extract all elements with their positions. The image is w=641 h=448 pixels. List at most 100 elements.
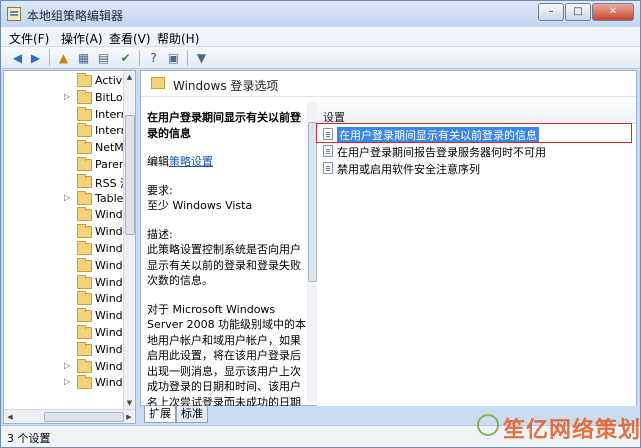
policy-title: 在用户登录期间显示有关以前登录的信息 [147,111,301,140]
scroll-thumb[interactable] [125,115,135,235]
toolbar-separator [139,50,140,66]
tree-panel: Active ▷ BitLoc Intern Intern NetMe Parent RSS … [3,70,136,424]
maximize-button[interactable]: □ [565,3,591,21]
tree-item[interactable]: ▷ BitLoc [4,89,129,106]
description-label: 描述: [147,227,173,241]
expand-arrow-icon[interactable]: ▷ [64,193,70,202]
policy-setting-icon [323,145,333,157]
folder-icon [77,241,92,255]
folder-icon [151,77,165,89]
tree-item[interactable]: Windo [4,291,129,307]
folder-icon [77,257,92,272]
tree-vertical-scrollbar[interactable]: ▲ ▼ [123,71,135,409]
tree-item[interactable]: Windo [4,241,129,257]
folder-icon [77,106,92,121]
menu-bar: 文件(F) 操作(A) 查看(V) 帮助(H) [1,27,640,47]
edit-policy-link[interactable]: 策略设置 [169,155,213,168]
folder-icon [77,140,92,155]
folder-icon [77,173,92,188]
watermark-text: 笙亿网络策划 [503,418,641,443]
close-button[interactable]: ✕ [592,3,634,21]
tree-item[interactable]: Windo [4,257,129,274]
setting-label: 禁用或启用软件安全注意序列 [337,163,480,176]
details-header: Windows 登录选项 [141,71,636,97]
edit-prefix: 编辑 [147,155,169,168]
properties-icon[interactable]: ✔ [117,50,134,66]
tree-horizontal-scrollbar[interactable]: ◀ ▶ [4,409,135,423]
tree-item[interactable]: ▷ Windo [4,358,129,375]
tree-item[interactable]: ▷ Tablet [4,190,128,207]
scroll-thumb[interactable] [44,412,124,422]
tree-item[interactable]: Active [4,73,129,89]
menu-view[interactable]: 查看(V) [109,30,151,47]
tree-item[interactable]: Windo [4,224,129,240]
folder-icon [77,190,92,205]
tab-extended[interactable]: 扩展 [144,406,176,423]
tree-item[interactable]: Intern [4,123,128,139]
description-scrollbar[interactable] [307,102,317,402]
folder-icon [77,325,92,339]
tree-item[interactable]: Windo [4,308,129,324]
tree-item[interactable]: RSS 源 [4,173,131,190]
watermark: 笙亿网络策划 [477,411,641,445]
policy-setting-icon [323,162,333,174]
forward-arrow-icon[interactable]: ▶ [27,50,44,66]
main-window: 本地组策略编辑器 – □ ✕ 文件(F) 操作(A) 查看(V) 帮助(H) ◀… [0,0,641,448]
edit-line: 编辑策略设置 [147,154,307,170]
tree-item[interactable]: Windo [4,274,129,291]
show-tree-icon[interactable]: ▦ [75,50,92,66]
minimize-button[interactable]: – [538,3,564,21]
settings-column-header[interactable] [317,102,636,124]
toolbar: ◀ ▶ ▲ ▦ ▤ ✔ ? ▣ ▼ [1,47,640,69]
tree-item[interactable]: NetMe [4,140,131,156]
app-icon [7,7,21,21]
title-bar[interactable]: 本地组策略编辑器 – □ ✕ [1,1,640,27]
tab-standard[interactable]: 标准 [176,406,208,423]
scroll-up-icon[interactable]: ▲ [124,71,135,83]
scroll-down-icon[interactable]: ▼ [124,397,135,409]
details-title: Windows 登录选项 [173,79,279,93]
expand-arrow-icon[interactable]: ▷ [64,92,70,101]
scroll-thumb[interactable] [308,122,317,282]
window-title: 本地组策略编辑器 [27,9,124,23]
description-more: 对于 Microsoft Windows Server 2008 功能级别域中的… [147,302,307,408]
folder-icon [77,291,92,306]
help-icon[interactable]: ? [145,50,162,66]
export-list-icon[interactable]: ▤ [95,50,112,66]
requirements-label: 要求: [147,183,173,197]
tree-item[interactable]: Intern [4,106,128,123]
folder-icon [77,341,92,356]
tree-item[interactable]: Windo [4,325,129,341]
description-pane: 在用户登录期间显示有关以前登录的信息 编辑策略设置 要求: 至少 Windows… [141,98,317,407]
menu-action[interactable]: 操作(A) [61,30,103,47]
expand-arrow-icon[interactable]: ▷ [64,361,70,370]
watermark-logo-icon [477,414,499,436]
tree-item[interactable]: Windo [4,207,129,223]
expand-arrow-icon[interactable]: ▷ [64,377,70,386]
setting-item-secure-attention-sequence[interactable]: 禁用或启用软件安全注意序列 [323,160,633,176]
window-view-icon[interactable]: ▣ [165,50,182,66]
toolbar-separator [49,50,50,66]
window-controls: – □ ✕ [538,3,634,21]
filter-icon[interactable]: ▼ [193,50,210,66]
menu-file[interactable]: 文件(F) [9,30,49,47]
tree-item[interactable]: ▷ Windo [4,375,129,391]
requirements-value: 至少 Windows Vista [147,199,253,212]
settings-list: 设置 在用户登录期间显示有关以前登录的信息 在用户登录期间报告登录服务器何时不可… [317,98,636,407]
folder-icon [77,375,92,390]
scroll-right-icon[interactable]: ▶ [123,410,135,423]
folder-icon [77,89,92,104]
toolbar-separator [187,50,188,66]
up-folder-icon[interactable]: ▲ [55,50,72,66]
scroll-left-icon[interactable]: ◀ [4,410,16,423]
setting-item-report-logon-server[interactable]: 在用户登录期间报告登录服务器何时不可用 [323,143,633,159]
setting-label: 在用户登录期间报告登录服务器何时不可用 [337,146,546,159]
tree-item[interactable]: Windo [4,341,129,358]
tree-item[interactable]: Parent [4,157,130,173]
folder-icon [77,73,92,87]
back-arrow-icon[interactable]: ◀ [9,50,26,66]
status-text: 3 个设置 [7,432,51,445]
folder-icon [77,308,92,323]
highlight-box [316,123,632,143]
menu-help[interactable]: 帮助(H) [157,30,199,47]
